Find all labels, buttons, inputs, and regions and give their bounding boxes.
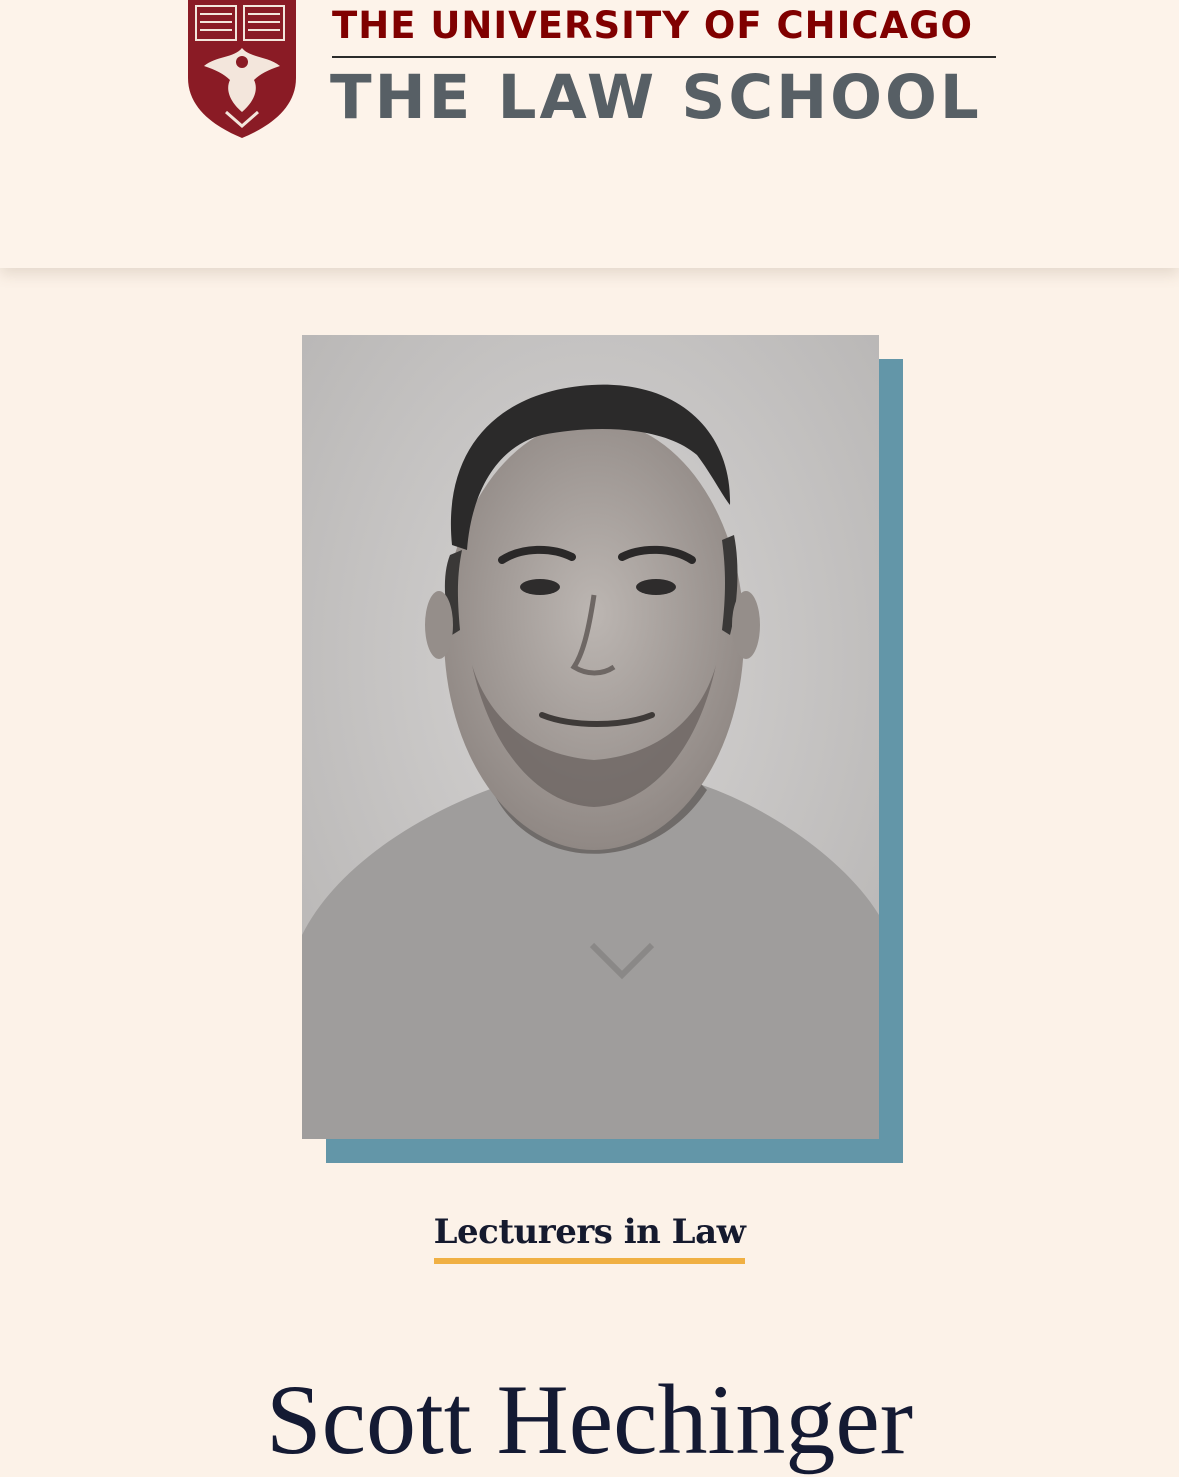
university-name[interactable]: THE UNIVERSITY OF CHICAGO — [332, 4, 973, 47]
site-header: THE UNIVERSITY OF CHICAGO THE LAW SCHOOL — [0, 0, 1179, 268]
profile-name: Scott Hechinger — [265, 1364, 914, 1475]
wordmark-divider — [332, 56, 996, 58]
university-crest-logo[interactable] — [186, 0, 298, 138]
category-link-lecturers[interactable]: Lecturers in Law — [433, 1212, 746, 1264]
profile-category: Lecturers in Law — [0, 1212, 1179, 1264]
school-name[interactable]: THE LAW SCHOOL — [330, 62, 982, 133]
profile-photo — [302, 335, 879, 1139]
